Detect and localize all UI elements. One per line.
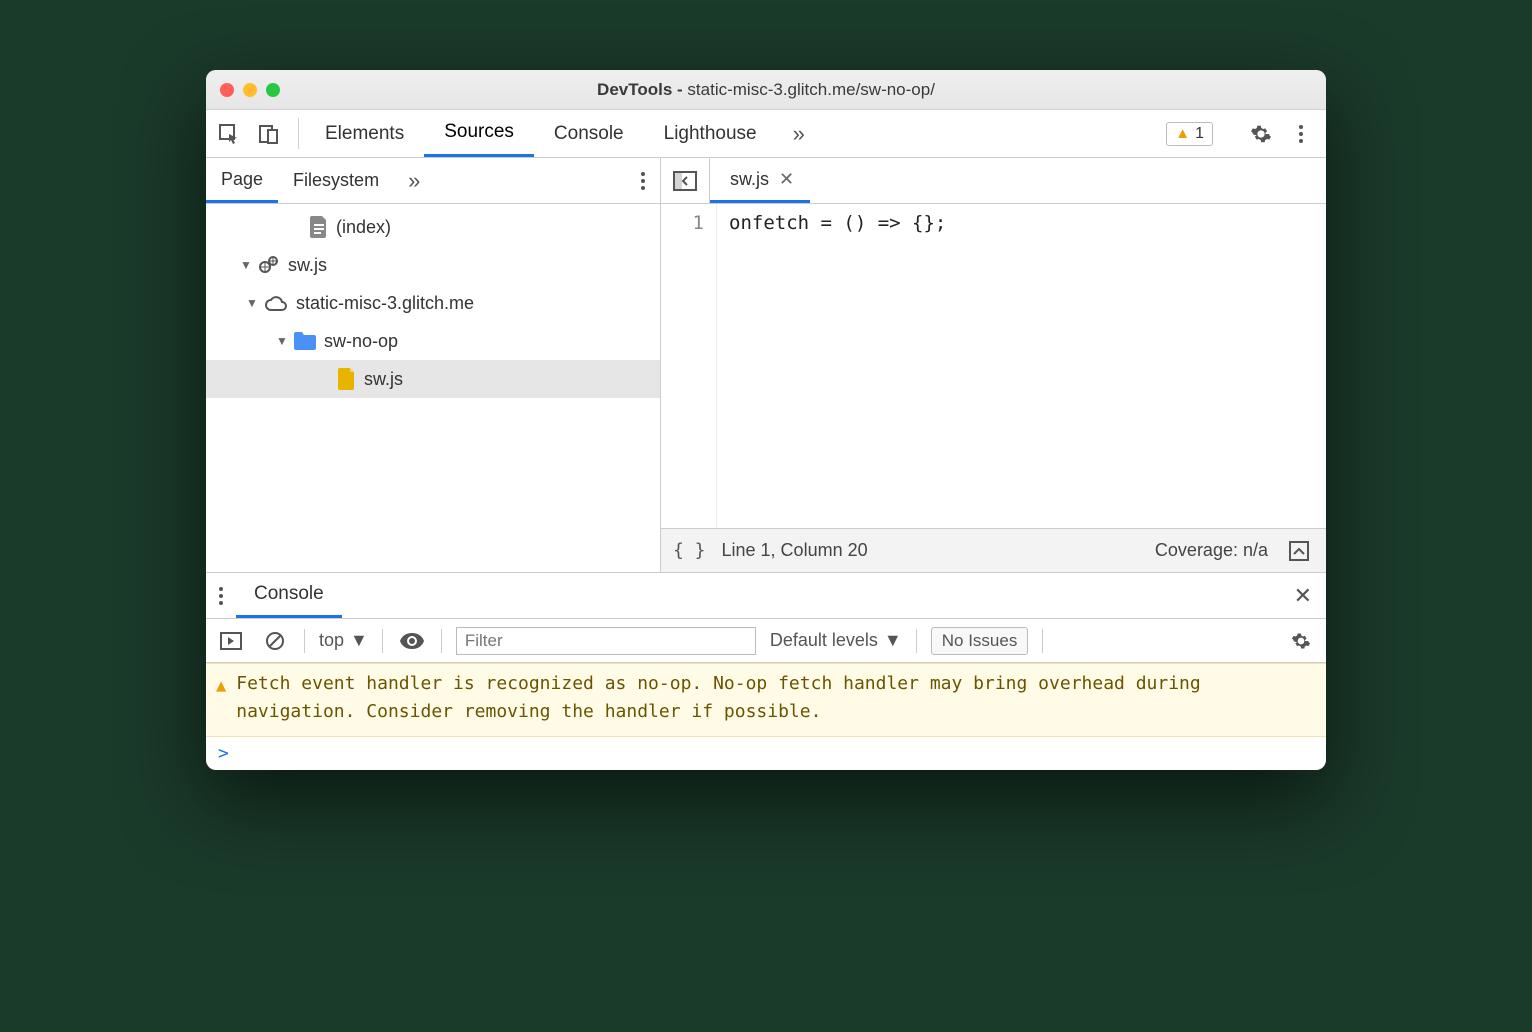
cloud-icon [264, 294, 288, 312]
tree-item-swjs-file[interactable]: sw.js [206, 360, 660, 398]
inspect-element-icon[interactable] [214, 119, 244, 149]
maximize-window-button[interactable] [266, 83, 280, 97]
warnings-badge[interactable]: ▲ 1 [1166, 122, 1213, 146]
live-expression-eye-icon[interactable] [397, 626, 427, 656]
warning-count: 1 [1195, 125, 1204, 143]
service-worker-icon [258, 255, 280, 275]
warning-triangle-icon: ▲ [216, 670, 226, 726]
editor-tab-label: sw.js [730, 169, 769, 190]
traffic-lights [220, 83, 280, 97]
tree-label: sw-no-op [324, 331, 398, 352]
console-drawer: Console ✕ top ▼ Default levels ▼ [206, 572, 1326, 770]
tree-item-folder[interactable]: ▼ sw-no-op [206, 322, 660, 360]
toggle-navigator-icon[interactable] [661, 158, 710, 203]
close-drawer-icon[interactable]: ✕ [1280, 573, 1326, 618]
editor-pane: sw.js ✕ 1 onfetch = () => {}; { } Line 1… [661, 158, 1326, 572]
issues-button[interactable]: No Issues [931, 627, 1029, 655]
js-file-icon [338, 368, 356, 390]
editor-tab-swjs[interactable]: sw.js ✕ [710, 158, 810, 203]
console-toolbar: top ▼ Default levels ▼ No Issues [206, 619, 1326, 663]
console-settings-gear-icon[interactable] [1286, 626, 1316, 656]
tree-label: (index) [336, 217, 391, 238]
close-tab-icon[interactable]: ✕ [779, 169, 794, 190]
main-toolbar: Elements Sources Console Lighthouse » ▲ … [206, 110, 1326, 158]
chevron-down-icon: ▼ [240, 258, 250, 272]
devtools-window: DevTools - static-misc-3.glitch.me/sw-no… [206, 70, 1326, 770]
code-content: onfetch = () => {}; [717, 204, 958, 528]
tree-label: sw.js [288, 255, 327, 276]
line-gutter: 1 [661, 204, 717, 528]
prompt-chevron-icon: > [218, 743, 229, 764]
console-prompt[interactable]: > [206, 737, 1326, 770]
settings-gear-icon[interactable] [1246, 119, 1276, 149]
code-editor[interactable]: 1 onfetch = () => {}; [661, 204, 1326, 528]
navigator-tab-page[interactable]: Page [206, 158, 278, 203]
titlebar: DevTools - static-misc-3.glitch.me/sw-no… [206, 70, 1326, 110]
minimize-window-button[interactable] [243, 83, 257, 97]
toggle-sidebar-icon[interactable] [216, 626, 246, 656]
tab-lighthouse[interactable]: Lighthouse [644, 110, 777, 157]
main-tabs: Elements Sources Console Lighthouse [305, 110, 777, 157]
chevron-down-icon: ▼ [884, 630, 902, 651]
console-kebab-icon[interactable] [206, 573, 236, 618]
cursor-position: Line 1, Column 20 [722, 540, 1139, 561]
chevron-down-icon: ▼ [350, 630, 368, 651]
navigator-more-chevron-icon[interactable]: » [394, 158, 434, 203]
tab-sources[interactable]: Sources [424, 110, 534, 157]
folder-icon [294, 332, 316, 350]
window-title: DevTools - static-misc-3.glitch.me/sw-no… [206, 80, 1326, 100]
document-icon [310, 216, 328, 238]
filter-input[interactable] [456, 627, 756, 655]
chevron-down-icon: ▼ [276, 334, 286, 348]
chevron-down-icon: ▼ [246, 296, 256, 310]
file-tree: (index) ▼ sw.js ▼ static-misc-3.glitch.m… [206, 204, 660, 572]
kebab-menu-icon[interactable] [1286, 119, 1316, 149]
editor-statusbar: { } Line 1, Column 20 Coverage: n/a [661, 528, 1326, 572]
console-warning-message[interactable]: ▲ Fetch event handler is recognized as n… [206, 663, 1326, 737]
tree-item-domain[interactable]: ▼ static-misc-3.glitch.me [206, 284, 660, 322]
context-selector[interactable]: top ▼ [319, 630, 368, 651]
navigator-kebab-icon[interactable] [626, 158, 660, 203]
log-levels-selector[interactable]: Default levels ▼ [770, 630, 902, 651]
drawer-tab-console[interactable]: Console [236, 573, 342, 618]
tree-label: sw.js [364, 369, 403, 390]
coverage-status: Coverage: n/a [1155, 540, 1268, 561]
pretty-print-icon[interactable]: { } [673, 540, 706, 561]
tree-label: static-misc-3.glitch.me [296, 293, 474, 314]
expand-panel-icon[interactable] [1284, 536, 1314, 566]
navigator-tab-filesystem[interactable]: Filesystem [278, 158, 394, 203]
line-number: 1 [661, 212, 704, 234]
tab-console[interactable]: Console [534, 110, 644, 157]
device-toolbar-icon[interactable] [254, 119, 284, 149]
tree-item-sw-root[interactable]: ▼ sw.js [206, 246, 660, 284]
navigator-pane: Page Filesystem » (index) ▼ [206, 158, 661, 572]
tree-item-index[interactable]: (index) [206, 208, 660, 246]
warning-text: Fetch event handler is recognized as no-… [236, 670, 1316, 726]
warning-triangle-icon: ▲ [1175, 125, 1190, 142]
clear-console-icon[interactable] [260, 626, 290, 656]
more-tabs-chevron-icon[interactable]: » [777, 110, 821, 157]
tab-elements[interactable]: Elements [305, 110, 424, 157]
close-window-button[interactable] [220, 83, 234, 97]
